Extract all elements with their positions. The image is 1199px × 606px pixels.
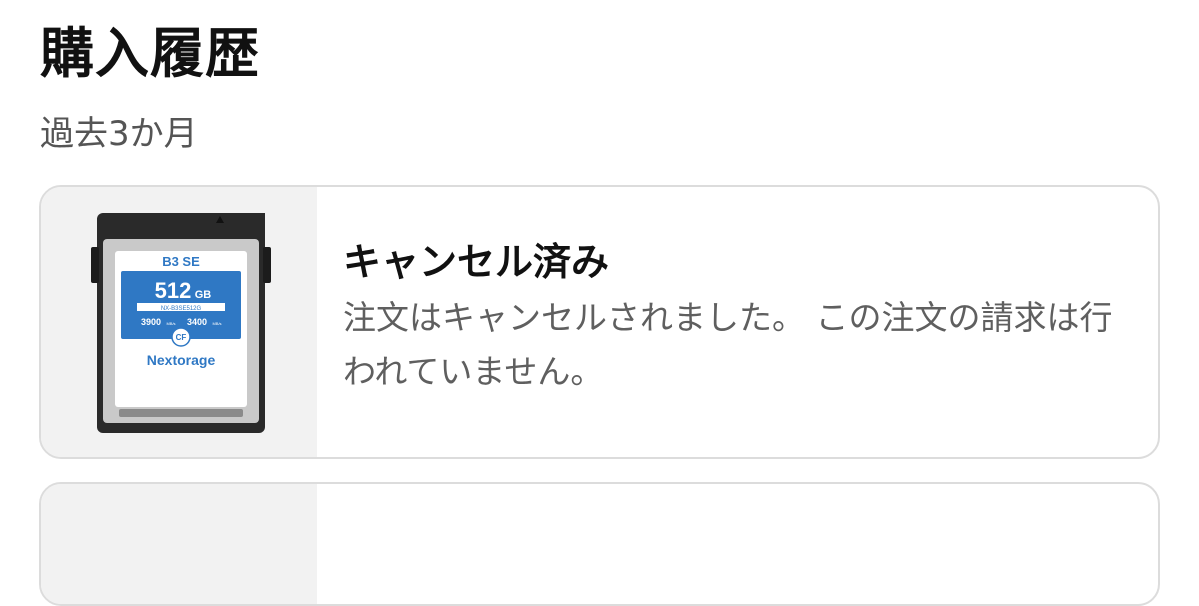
date-range-label: 過去3か月 <box>40 114 198 154</box>
capacity-value: 512 <box>155 278 192 303</box>
read-speed: 3900 <box>141 317 161 327</box>
product-thumbnail: B3 SE 512 GB NX-B3SE512G 3900 MB/s 3400 … <box>41 187 317 457</box>
page-title: 購入履歴 <box>40 22 260 85</box>
order-status-title: キャンセル済み <box>343 240 610 284</box>
write-speed: 3400 <box>187 317 207 327</box>
capacity-unit: GB <box>195 289 212 301</box>
model-number: NX-B3SE512G <box>161 306 202 312</box>
order-status-message: 注文はキャンセルされました。 この注文の請求は行われていません。 <box>343 298 1113 391</box>
order-card[interactable]: B3 SE 512 GB NX-B3SE512G 3900 MB/s 3400 … <box>39 185 1160 459</box>
memory-card-image: B3 SE 512 GB NX-B3SE512G 3900 MB/s 3400 … <box>91 213 271 433</box>
order-card[interactable] <box>39 482 1160 606</box>
order-details: キャンセル済み 注文はキャンセルされました。 この注文の請求は行われていません。 <box>343 235 1143 399</box>
cfexpress-logo-icon: CF <box>171 327 191 347</box>
series-label: B3 SE <box>162 254 200 269</box>
read-speed-unit: MB/s <box>166 321 175 326</box>
product-thumbnail <box>41 484 317 604</box>
svg-text:CF: CF <box>176 333 187 342</box>
card-contacts <box>119 409 243 417</box>
write-speed-unit: MB/s <box>212 321 221 326</box>
brand-label: Nextorage <box>147 352 216 368</box>
